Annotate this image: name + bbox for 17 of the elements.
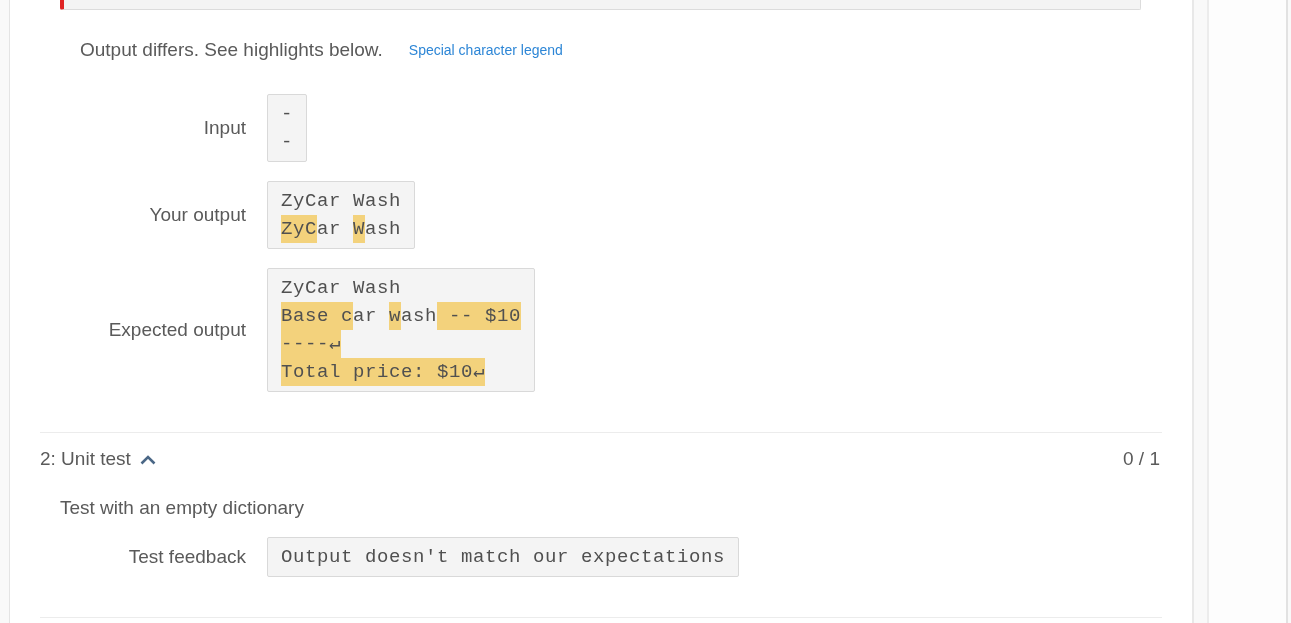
output-line: - <box>281 102 293 127</box>
output-line: ZyCar Wash <box>281 189 402 214</box>
row-label: Test feedback <box>128 546 246 568</box>
legend-link[interactable]: Special character legend <box>408 36 563 64</box>
test-description: Test with an empty dictionary <box>59 496 305 520</box>
row-label: Your output <box>149 204 246 226</box>
row-label: Expected output <box>108 319 246 341</box>
output-line: ----↵ <box>281 330 522 358</box>
output-line: ZyCar Wash <box>281 215 402 243</box>
status-message: Output differs. See highlights below. <box>80 38 383 62</box>
output-line: - <box>281 130 293 155</box>
row-label: Input <box>203 117 246 139</box>
output-line: Base car wash -- $10 <box>281 302 522 330</box>
unit-test-toggle[interactable]: 2: Unit test <box>40 445 156 473</box>
score-text: 0 / 1 <box>1123 447 1161 471</box>
output-line: ZyCar Wash <box>281 276 403 301</box>
feedback-text: Output doesn't match our expectations <box>281 545 726 570</box>
